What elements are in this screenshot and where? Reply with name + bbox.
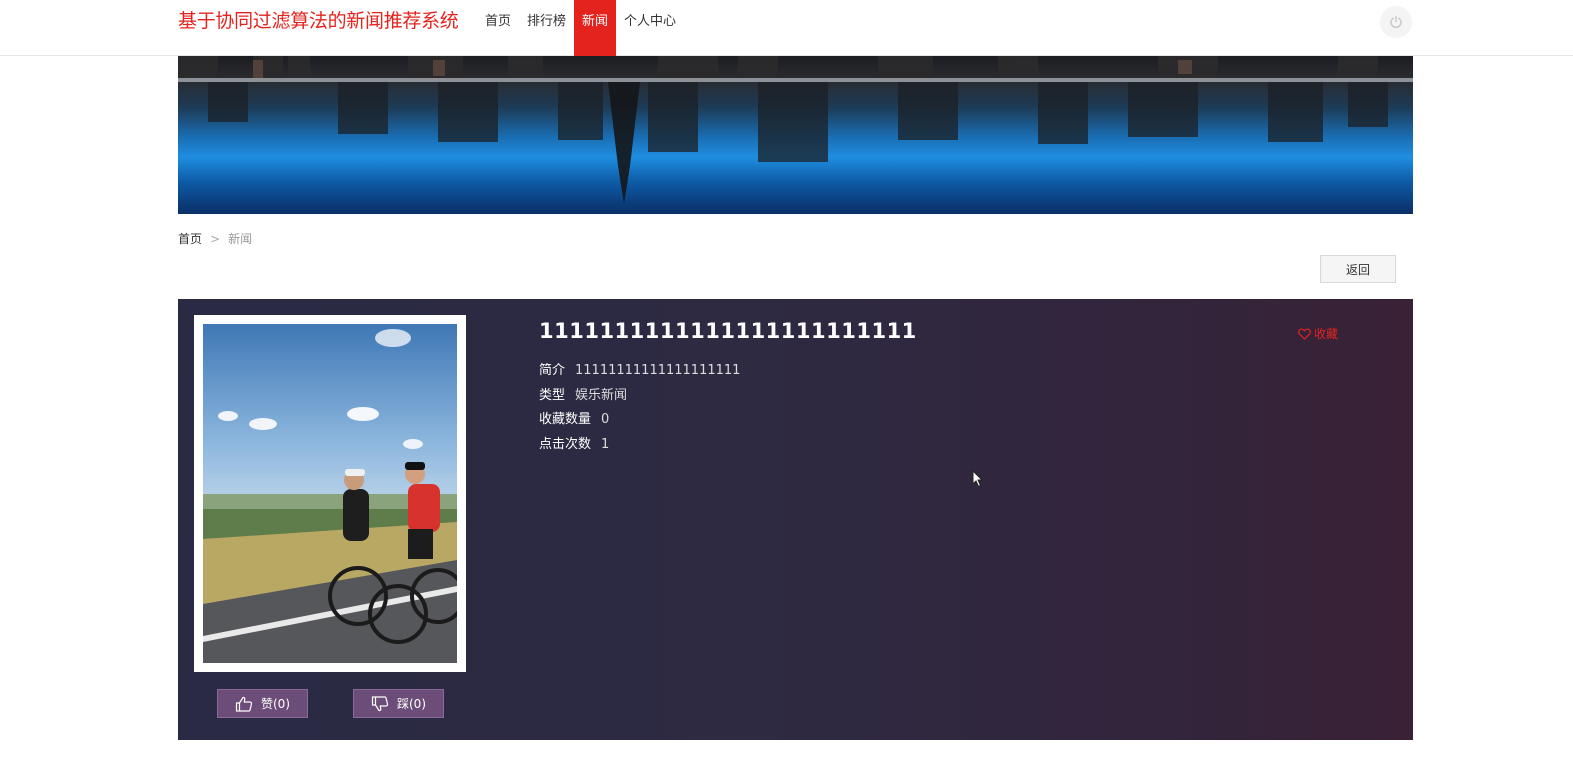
heart-icon <box>1298 328 1311 340</box>
info-row-summary: 简介 11111111111111111111 <box>539 359 740 378</box>
nav-item-home[interactable]: 首页 <box>477 0 519 56</box>
info-row-clicks: 点击次数 1 <box>539 433 609 452</box>
power-icon <box>1390 15 1402 29</box>
news-photo <box>203 324 457 663</box>
logout-button[interactable] <box>1380 6 1412 38</box>
mouse-cursor-icon <box>972 470 984 488</box>
top-navbar: 基于协同过滤算法的新闻推荐系统 首页 排行榜 新闻 个人中心 <box>0 0 1573 56</box>
nav-item-news[interactable]: 新闻 <box>574 0 617 56</box>
like-button[interactable]: 赞(0) <box>217 689 308 718</box>
favorites-count-label: 收藏数量 <box>539 412 592 427</box>
news-detail-panel: 赞(0) 踩(0) 1111111111111111111111111 收藏 简… <box>178 299 1413 740</box>
type-label: 类型 <box>539 388 566 403</box>
thumbs-down-icon <box>371 695 389 711</box>
favorite-button[interactable]: 收藏 <box>1298 325 1338 342</box>
breadcrumb-home-link[interactable]: 首页 <box>178 232 202 246</box>
back-button[interactable]: 返回 <box>1320 255 1396 283</box>
banner-image <box>178 56 1413 214</box>
dislike-count-label: 踩(0) <box>397 697 426 711</box>
like-count-label: 赞(0) <box>261 697 290 711</box>
favorite-label: 收藏 <box>1314 327 1339 341</box>
type-value: 娱乐新闻 <box>575 388 628 403</box>
favorites-count-value: 0 <box>601 412 610 427</box>
breadcrumb: 首页 > 新闻 <box>178 230 252 247</box>
nav-item-ranking[interactable]: 排行榜 <box>519 0 574 56</box>
thumbs-up-icon <box>235 696 253 712</box>
breadcrumb-current: 新闻 <box>228 232 253 246</box>
dislike-button[interactable]: 踩(0) <box>353 689 444 718</box>
main-nav: 首页 排行榜 新闻 个人中心 <box>477 0 684 56</box>
click-count-value: 1 <box>601 437 610 452</box>
city-skyline-reflection <box>178 56 1413 204</box>
news-title: 1111111111111111111111111 <box>539 319 917 343</box>
site-title: 基于协同过滤算法的新闻推荐系统 <box>178 10 459 32</box>
info-row-favorites: 收藏数量 0 <box>539 408 609 427</box>
nav-item-profile[interactable]: 个人中心 <box>616 0 684 56</box>
summary-label: 简介 <box>539 363 566 378</box>
info-row-type: 类型 娱乐新闻 <box>539 384 627 403</box>
click-count-label: 点击次数 <box>539 437 592 452</box>
breadcrumb-separator: > <box>210 232 221 246</box>
summary-value: 11111111111111111111 <box>575 363 741 378</box>
news-photo-frame <box>194 315 466 672</box>
